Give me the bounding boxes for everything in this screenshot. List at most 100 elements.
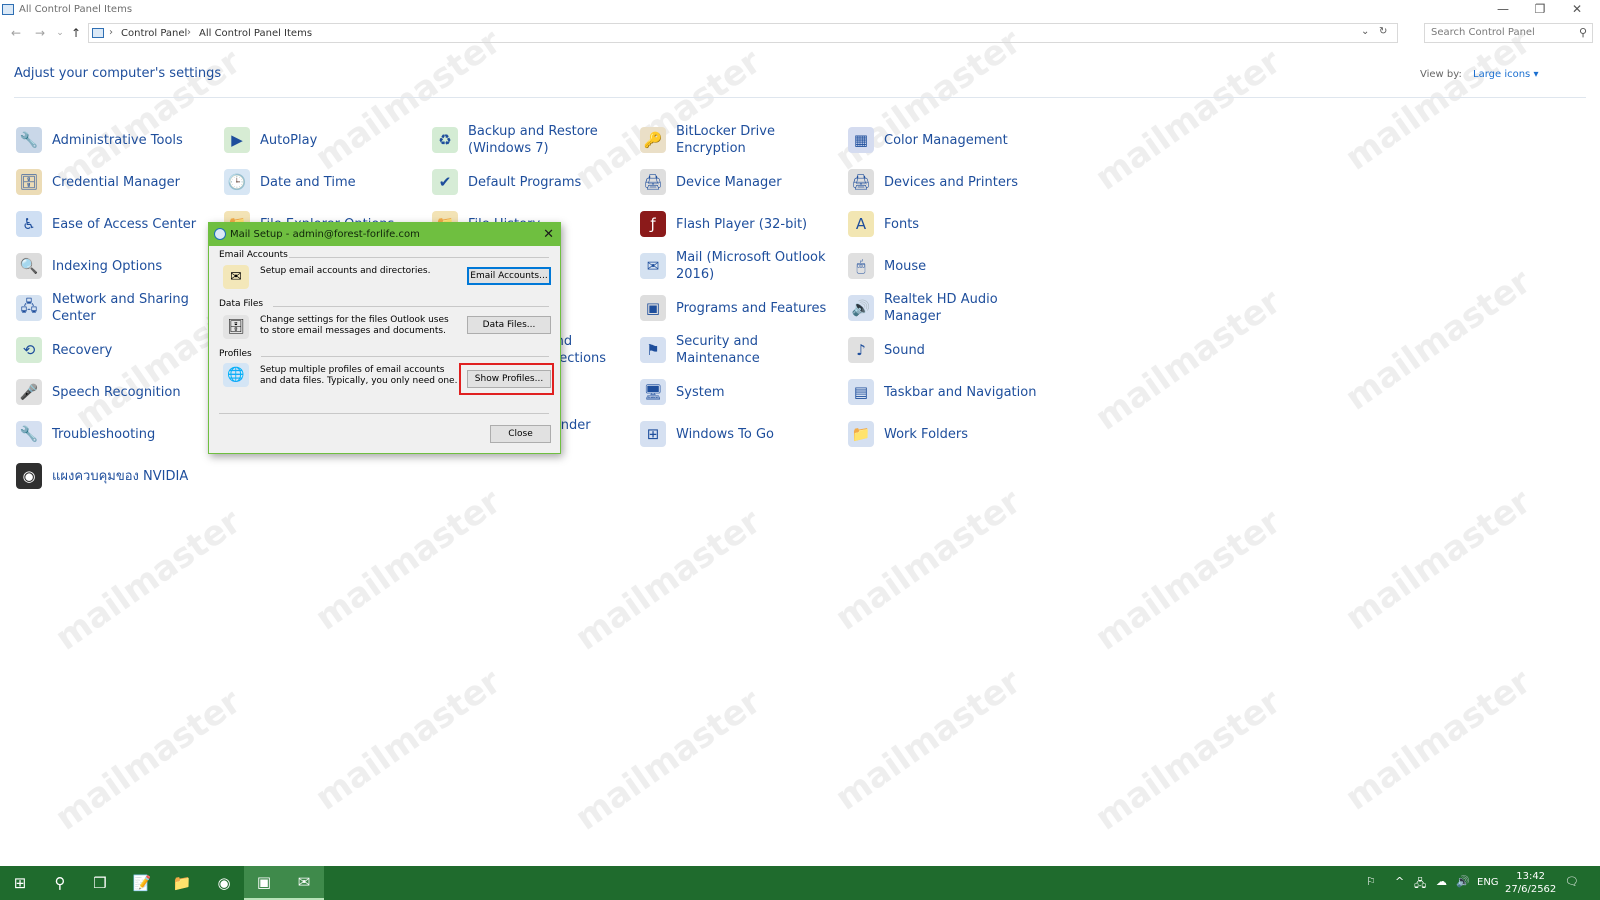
control-panel-item[interactable]: 🔧 Administrative Tools [16, 123, 211, 157]
network-icon[interactable]: 🖧 [1414, 875, 1426, 894]
control-panel-item[interactable]: ▦ Color Management [848, 123, 1048, 157]
taskbar-search-icon[interactable]: ⚲ [40, 866, 80, 900]
control-panel-item[interactable]: 🖱 Mouse [848, 249, 1048, 283]
control-panel-item[interactable]: ▶ AutoPlay [224, 123, 419, 157]
window-titlebar: All Control Panel Items — ❐ ✕ [0, 0, 1600, 20]
control-panel-item[interactable]: ◉ แผงควบคุมของ NVIDIA [16, 459, 211, 493]
show-hidden-icons-icon[interactable]: ^ [1395, 875, 1404, 888]
search-placeholder: Search Control Panel [1431, 27, 1535, 38]
item-icon: ♻ [432, 127, 458, 153]
item-label: Devices and Printers [884, 174, 1018, 190]
recent-locations-button[interactable]: ⌄ [52, 25, 68, 41]
taskbar: ⊞ ⚲ ❒ 📝 📁 ◉ ▣ ✉ ⚐ ^ 🖧 ☁ 🔊 ENG 13:42 27/6… [0, 866, 1600, 900]
header-divider [14, 97, 1586, 98]
item-label: แผงควบคุมของ NVIDIA [52, 468, 189, 484]
email-accounts-button[interactable]: Email Accounts... [467, 267, 551, 285]
control-panel-item[interactable]: ƒ Flash Player (32-bit) [640, 207, 835, 241]
control-panel-item[interactable]: A Fonts [848, 207, 1048, 241]
control-panel-item[interactable]: 🖨 Device Manager [640, 165, 835, 199]
control-panel-item[interactable]: 📁 Work Folders [848, 417, 1048, 451]
watermark: mailmaster [48, 501, 249, 659]
task-view-icon[interactable]: ❒ [80, 866, 120, 900]
dialog-close-icon[interactable]: ✕ [543, 223, 554, 246]
control-panel-item[interactable]: 🔍 Indexing Options [16, 249, 211, 283]
watermark: mailmaster [1088, 501, 1289, 659]
control-panel-item[interactable]: 🖧 Network and Sharing Center [16, 291, 211, 325]
control-panel-item[interactable]: ♪ Sound [848, 333, 1048, 367]
item-label: Flash Player (32-bit) [676, 216, 808, 232]
control-panel-item[interactable]: ♿ Ease of Access Center [16, 207, 211, 241]
address-dropdown-icon[interactable]: ⌄ [1361, 26, 1369, 37]
notifications-icon[interactable]: 🗨 [1565, 875, 1579, 888]
dialog-title: Mail Setup - admin@forest-forlife.com [230, 229, 420, 240]
taskbar-file-explorer-icon[interactable]: 📁 [162, 866, 202, 900]
control-panel-item[interactable]: 🖥 System [640, 375, 835, 409]
watermark: mailmaster [568, 681, 769, 839]
control-panel-item[interactable]: ⟲ Recovery [16, 333, 211, 367]
item-label: AutoPlay [260, 132, 318, 148]
control-panel-item[interactable]: 🔑 BitLocker Drive Encryption [640, 123, 835, 157]
control-panel-item[interactable]: 🖨 Devices and Printers [848, 165, 1048, 199]
control-panel-item[interactable]: ▤ Taskbar and Navigation [848, 375, 1048, 409]
taskbar-chrome-icon[interactable]: ◉ [204, 866, 244, 900]
watermark: mailmaster [1338, 661, 1539, 819]
control-panel-item[interactable]: ✉ Mail (Microsoft Outlook 2016) [640, 249, 835, 283]
view-by-dropdown[interactable]: Large icons ▾ [1473, 69, 1538, 80]
show-profiles-button[interactable]: Show Profiles... [467, 370, 551, 388]
item-icon: 🖧 [16, 295, 42, 321]
mail-setup-dialog: Mail Setup - admin@forest-forlife.com ✕ … [208, 222, 561, 454]
control-panel-item[interactable]: ♻ Backup and Restore (Windows 7) [432, 123, 627, 157]
item-icon: 🗄 [16, 169, 42, 195]
people-icon[interactable]: ⚐ [1366, 875, 1376, 888]
control-panel-item[interactable]: 🔧 Troubleshooting [16, 417, 211, 451]
clock[interactable]: 13:42 27/6/2562 [1505, 870, 1556, 896]
close-window-button[interactable]: ✕ [1562, 1, 1592, 17]
control-panel-item[interactable]: 🕒 Date and Time [224, 165, 419, 199]
item-icon: ⟲ [16, 337, 42, 363]
item-icon: 🖱 [848, 253, 874, 279]
item-icon: ✉ [640, 253, 666, 279]
minimize-button[interactable]: — [1488, 1, 1518, 17]
item-label: Color Management [884, 132, 1008, 148]
forward-button[interactable]: → [32, 25, 48, 41]
up-button[interactable]: ↑ [68, 25, 84, 41]
taskbar-mail-setup-icon[interactable]: ✉ [284, 866, 324, 900]
breadcrumb-separator: › [187, 27, 191, 38]
control-panel-item[interactable]: ▣ Programs and Features [640, 291, 835, 325]
address-bar[interactable]: › Control Panel › All Control Panel Item… [88, 23, 1398, 43]
item-label: Taskbar and Navigation [884, 384, 1037, 400]
dialog-close-button[interactable]: Close [490, 425, 551, 443]
control-panel-item[interactable]: 🗄 Credential Manager [16, 165, 211, 199]
breadcrumb-control-panel[interactable]: Control Panel [121, 28, 187, 39]
profiles-text: Setup multiple profiles of email account… [260, 365, 458, 386]
data-files-text: Change settings for the files Outlook us… [260, 315, 449, 336]
item-label: Ease of Access Center [52, 216, 197, 232]
taskbar-control-panel-icon[interactable]: ▣ [244, 866, 284, 900]
back-button[interactable]: ← [8, 25, 24, 41]
search-input[interactable]: Search Control Panel ⚲ [1424, 23, 1593, 43]
control-panel-item[interactable]: ✔ Default Programs [432, 165, 627, 199]
onedrive-icon[interactable]: ☁ [1436, 875, 1447, 888]
taskbar-app-notes-icon[interactable]: 📝 [122, 866, 162, 900]
restore-button[interactable]: ❐ [1525, 1, 1555, 17]
control-panel-item[interactable]: 🎤 Speech Recognition [16, 375, 211, 409]
start-button[interactable]: ⊞ [0, 866, 40, 900]
item-label: Date and Time [260, 174, 356, 190]
data-files-button[interactable]: Data Files... [467, 316, 551, 334]
control-panel-item[interactable]: ⚑ Security and Maintenance [640, 333, 835, 367]
breadcrumb-all-items[interactable]: All Control Panel Items [199, 28, 312, 39]
item-label: Speech Recognition [52, 384, 181, 400]
control-panel-item[interactable]: ⊞ Windows To Go [640, 417, 835, 451]
watermark: mailmaster [568, 501, 769, 659]
volume-icon[interactable]: 🔊 [1456, 875, 1470, 888]
item-icon: ▤ [848, 379, 874, 405]
control-panel-item[interactable]: 🔊 Realtek HD Audio Manager [848, 291, 1048, 325]
watermark: mailmaster [1088, 681, 1289, 839]
mail-icon [214, 228, 226, 240]
item-icon: ◉ [16, 463, 42, 489]
language-indicator[interactable]: ENG [1477, 877, 1499, 888]
refresh-icon[interactable]: ↻ [1379, 26, 1387, 37]
search-icon[interactable]: ⚲ [1579, 26, 1587, 39]
watermark: mailmaster [308, 661, 509, 819]
item-icon: 🎤 [16, 379, 42, 405]
